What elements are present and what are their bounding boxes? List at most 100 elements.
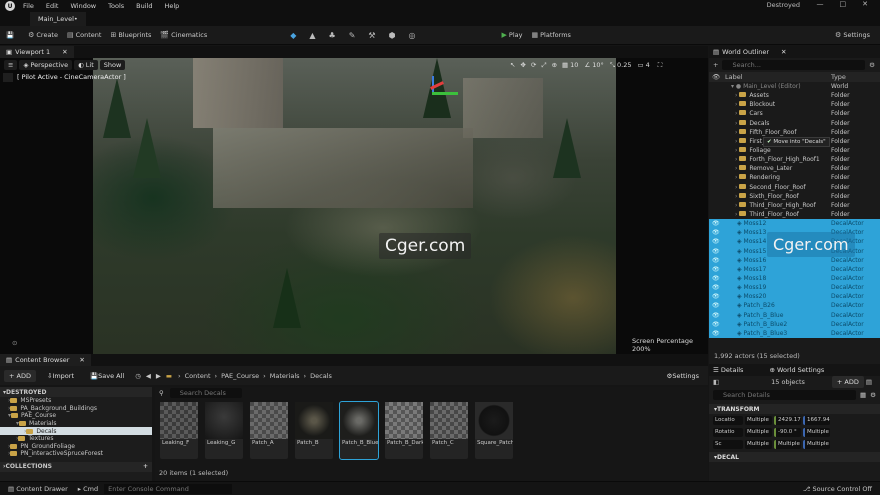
add-collection-icon[interactable]: + bbox=[143, 463, 148, 470]
camera-icon[interactable] bbox=[3, 72, 13, 82]
outliner-decal-actor[interactable]: 👁 ◈ Patch_B_Blue2 DecalActor bbox=[709, 319, 880, 329]
outliner-decal-actor[interactable]: 👁 ◈ Patch_B_Blue3 DecalActor bbox=[709, 328, 880, 338]
asset-tile[interactable]: Patch_B bbox=[295, 402, 333, 459]
menu-window[interactable]: Window bbox=[70, 2, 96, 10]
select-icon[interactable]: ↖ bbox=[510, 61, 515, 69]
import-button[interactable]: ⇩ Import bbox=[42, 370, 79, 382]
rotation-z-field[interactable]: Multiple bbox=[803, 427, 830, 437]
scale-snap-icon[interactable]: ⤡ bbox=[610, 61, 615, 70]
tab-world-settings[interactable]: ⊕ World Settings bbox=[769, 366, 824, 374]
outliner-root[interactable]: ▾ ● Main_Level (Editor) World bbox=[709, 82, 880, 91]
scale-icon[interactable]: ⤢ bbox=[541, 61, 546, 70]
scale-x-field[interactable]: Multiple bbox=[745, 439, 772, 449]
asset-tile[interactable]: Leaking_G bbox=[205, 402, 243, 459]
outliner-decal-actor[interactable]: 👁 ◈ Patch_B26 DecalActor bbox=[709, 301, 880, 311]
asset-search-input[interactable]: Search Decals bbox=[169, 388, 242, 398]
tree-folder-item[interactable]: › Decals bbox=[0, 427, 152, 435]
location-x-field[interactable]: Multiple bbox=[745, 415, 772, 425]
create-button[interactable]: ⚙ Create bbox=[28, 31, 58, 39]
outliner-folder[interactable]: › Second_Floor_Roof Folder bbox=[709, 183, 880, 192]
eye-icon[interactable]: 👁 bbox=[712, 248, 720, 255]
eye-icon[interactable]: 👁 bbox=[712, 238, 720, 245]
grid-size[interactable]: 10 bbox=[570, 61, 578, 69]
brush-mode-icon[interactable]: ◎ bbox=[409, 31, 416, 40]
eye-icon[interactable]: 👁 bbox=[712, 275, 720, 282]
col-label[interactable]: Label bbox=[725, 73, 743, 81]
outliner-folder[interactable]: › Remove_Later Folder bbox=[709, 164, 880, 173]
transform-gizmo[interactable] bbox=[428, 76, 462, 98]
fracture-mode-icon[interactable]: ⬢ bbox=[389, 31, 396, 40]
add-component-button[interactable]: + ADD bbox=[831, 376, 864, 388]
blueprint-icon[interactable]: ▤ bbox=[866, 378, 872, 386]
decal-section[interactable]: ▾ DECAL bbox=[709, 452, 880, 462]
col-type[interactable]: Type bbox=[831, 73, 846, 81]
cmd-button[interactable]: ▸ Cmd bbox=[78, 485, 98, 493]
location-y-field[interactable]: 2429.17 bbox=[774, 415, 801, 425]
tab-details[interactable]: ☰ Details bbox=[713, 366, 743, 374]
outliner-folder[interactable]: › Fifth_Floor_Roof Folder bbox=[709, 128, 880, 137]
outliner-decal-actor[interactable]: 👁 ◈ Moss18 DecalActor bbox=[709, 273, 880, 284]
forward-icon[interactable]: ▶ bbox=[156, 372, 161, 380]
close-icon[interactable]: ✕ bbox=[79, 356, 84, 364]
scale-snap[interactable]: 0.25 bbox=[617, 61, 631, 69]
add-actor-icon[interactable]: + bbox=[713, 61, 718, 69]
tree-folder-item[interactable]: ▾ Materials bbox=[0, 420, 152, 428]
close-icon[interactable]: ✕ bbox=[781, 48, 786, 56]
rotation-dropdown[interactable]: Rotatio bbox=[713, 427, 743, 437]
rotate-icon[interactable]: ⟳ bbox=[531, 61, 536, 69]
settings-button[interactable]: ⚙ Settings bbox=[835, 31, 870, 39]
scale-dropdown[interactable]: Sc bbox=[713, 439, 743, 449]
unreal-logo-icon[interactable]: U bbox=[5, 1, 15, 11]
tree-folder-item[interactable]: › PN_GroundFoliage bbox=[0, 443, 152, 451]
tree-folder-item[interactable]: › Textures bbox=[0, 435, 152, 443]
asset-tile[interactable]: Patch_C bbox=[430, 402, 468, 459]
outliner-decal-actor[interactable]: 👁 ◈ Moss19 DecalActor bbox=[709, 283, 880, 293]
play-button[interactable]: ▶ Play bbox=[502, 31, 523, 39]
eye-icon[interactable]: 👁 bbox=[712, 330, 720, 337]
breadcrumb-pae-course[interactable]: PAE_Course bbox=[221, 372, 259, 380]
level-viewport[interactable]: Cger.com ≡ ◈ Perspective ◐ Lit Show [ Pilo… bbox=[0, 58, 708, 354]
tab-viewport-1[interactable]: ▣ Viewport 1 ✕ bbox=[0, 46, 74, 58]
outliner-search-input[interactable]: Search... bbox=[722, 60, 866, 70]
eye-icon[interactable]: 👁 bbox=[712, 312, 720, 319]
minimize-icon[interactable]: — bbox=[817, 0, 824, 8]
cb-settings-button[interactable]: ⚙ Settings bbox=[662, 370, 705, 382]
eye-icon[interactable]: 👁 bbox=[712, 220, 720, 227]
outliner-folder[interactable]: › Third_Floor_High_Roof Folder bbox=[709, 201, 880, 210]
rotation-x-field[interactable]: Multiple bbox=[745, 427, 772, 437]
console-input[interactable]: Enter Console Command bbox=[104, 483, 233, 494]
menu-build[interactable]: Build bbox=[136, 2, 152, 10]
tree-folder-item[interactable]: › PA_Background_Buildings bbox=[0, 405, 152, 413]
asset-tile[interactable]: Patch_B_Blue bbox=[339, 401, 379, 460]
asset-tile[interactable]: Square_Patch bbox=[475, 402, 513, 459]
viewport-menu-button[interactable]: ≡ bbox=[4, 60, 18, 70]
eye-icon[interactable]: 👁 bbox=[712, 229, 720, 236]
tree-folder-item[interactable]: › PN_interactiveSpruceForest bbox=[0, 450, 152, 458]
outliner-folder[interactable]: › Decals Folder bbox=[709, 119, 880, 128]
eye-icon[interactable]: 👁 bbox=[712, 266, 720, 273]
asset-tile[interactable]: Leaking_F bbox=[160, 402, 198, 459]
content-button[interactable]: ▤ Content bbox=[67, 31, 101, 39]
tree-folder-item[interactable]: ▾ PAE_Course bbox=[0, 412, 152, 420]
outliner-decal-actor[interactable]: 👁 ◈ Moss20 DecalActor bbox=[709, 292, 880, 302]
modeling-mode-icon[interactable]: ⚒ bbox=[368, 31, 375, 40]
outliner-decal-actor[interactable]: 👁 ◈ Moss16 DecalActor bbox=[709, 255, 880, 265]
world-icon[interactable]: ⊕ bbox=[552, 61, 557, 69]
location-dropdown[interactable]: Locatio bbox=[713, 415, 743, 425]
menu-file[interactable]: File bbox=[23, 2, 34, 10]
angle-snap[interactable]: 10° bbox=[592, 61, 604, 69]
eye-icon[interactable]: 👁 bbox=[712, 293, 720, 300]
outliner-folder[interactable]: › Foliage Folder bbox=[709, 146, 880, 155]
tab-world-outliner[interactable]: ▤ World Outliner ✕ bbox=[709, 46, 880, 58]
grid-icon[interactable]: ▦ bbox=[562, 61, 568, 69]
menu-help[interactable]: Help bbox=[164, 2, 179, 10]
maximize-viewport-icon[interactable]: ⛶ bbox=[658, 61, 663, 70]
add-button[interactable]: + ADD bbox=[4, 369, 36, 382]
tab-main-level[interactable]: Main_Level• bbox=[30, 12, 86, 26]
filter-icon[interactable]: ⚲ bbox=[159, 389, 164, 397]
transform-section[interactable]: ▾ TRANSFORM bbox=[709, 404, 880, 414]
gear-icon[interactable]: ⚙ bbox=[870, 391, 876, 399]
scene-render[interactable]: Cger.com bbox=[93, 58, 616, 354]
eye-icon[interactable]: 👁 bbox=[712, 257, 720, 264]
foliage-mode-icon[interactable]: ♣ bbox=[329, 31, 336, 40]
